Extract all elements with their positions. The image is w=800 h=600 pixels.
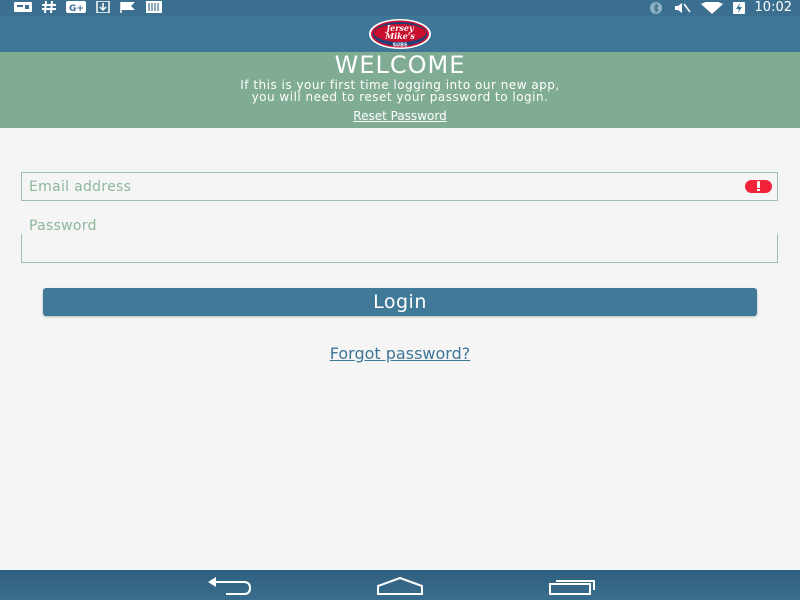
- email-field[interactable]: Email address: [21, 172, 778, 201]
- reset-password-link[interactable]: Reset Password: [0, 109, 800, 123]
- hashtag-icon: [42, 1, 56, 13]
- login-button[interactable]: Login: [43, 288, 757, 316]
- svg-text:Mike's: Mike's: [384, 31, 415, 41]
- status-bar: G+ 10:02: [0, 0, 800, 16]
- welcome-title: WELCOME: [334, 51, 466, 79]
- clock: 10:02: [754, 0, 792, 15]
- welcome-message-line2: you will need to reset your password to …: [251, 90, 549, 104]
- wifi-icon: [700, 2, 723, 14]
- error-icon: [745, 180, 772, 193]
- svg-text:SUBS: SUBS: [392, 43, 407, 49]
- flag-icon: [120, 2, 135, 13]
- download-icon: [96, 1, 110, 13]
- back-icon[interactable]: [206, 576, 252, 596]
- password-label: Password: [29, 218, 97, 234]
- vibrate-mute-icon: [674, 3, 691, 13]
- barcode-icon: [146, 1, 162, 13]
- svg-text:G+: G+: [69, 4, 84, 13]
- welcome-message: If this is your first time logging into …: [0, 79, 800, 103]
- notification-card-icon: [14, 2, 32, 12]
- home-icon[interactable]: [376, 576, 424, 596]
- password-field[interactable]: [21, 234, 778, 263]
- app-bar: Jersey Mike's SUBS: [0, 16, 800, 52]
- email-placeholder: Email address: [29, 179, 132, 195]
- jersey-mikes-logo: Jersey Mike's SUBS: [369, 19, 431, 49]
- battery-charging-icon: [732, 2, 745, 14]
- welcome-banner: WELCOME If this is your first time loggi…: [0, 52, 800, 128]
- forgot-password-link[interactable]: Forgot password?: [0, 344, 800, 363]
- recents-icon[interactable]: [548, 576, 596, 596]
- google-plus-icon: G+: [66, 1, 86, 13]
- navigation-bar: [0, 570, 800, 600]
- status-icons-left: G+: [14, 1, 162, 13]
- bluetooth-icon: [649, 2, 662, 14]
- status-icons-right: 10:02: [649, 0, 792, 16]
